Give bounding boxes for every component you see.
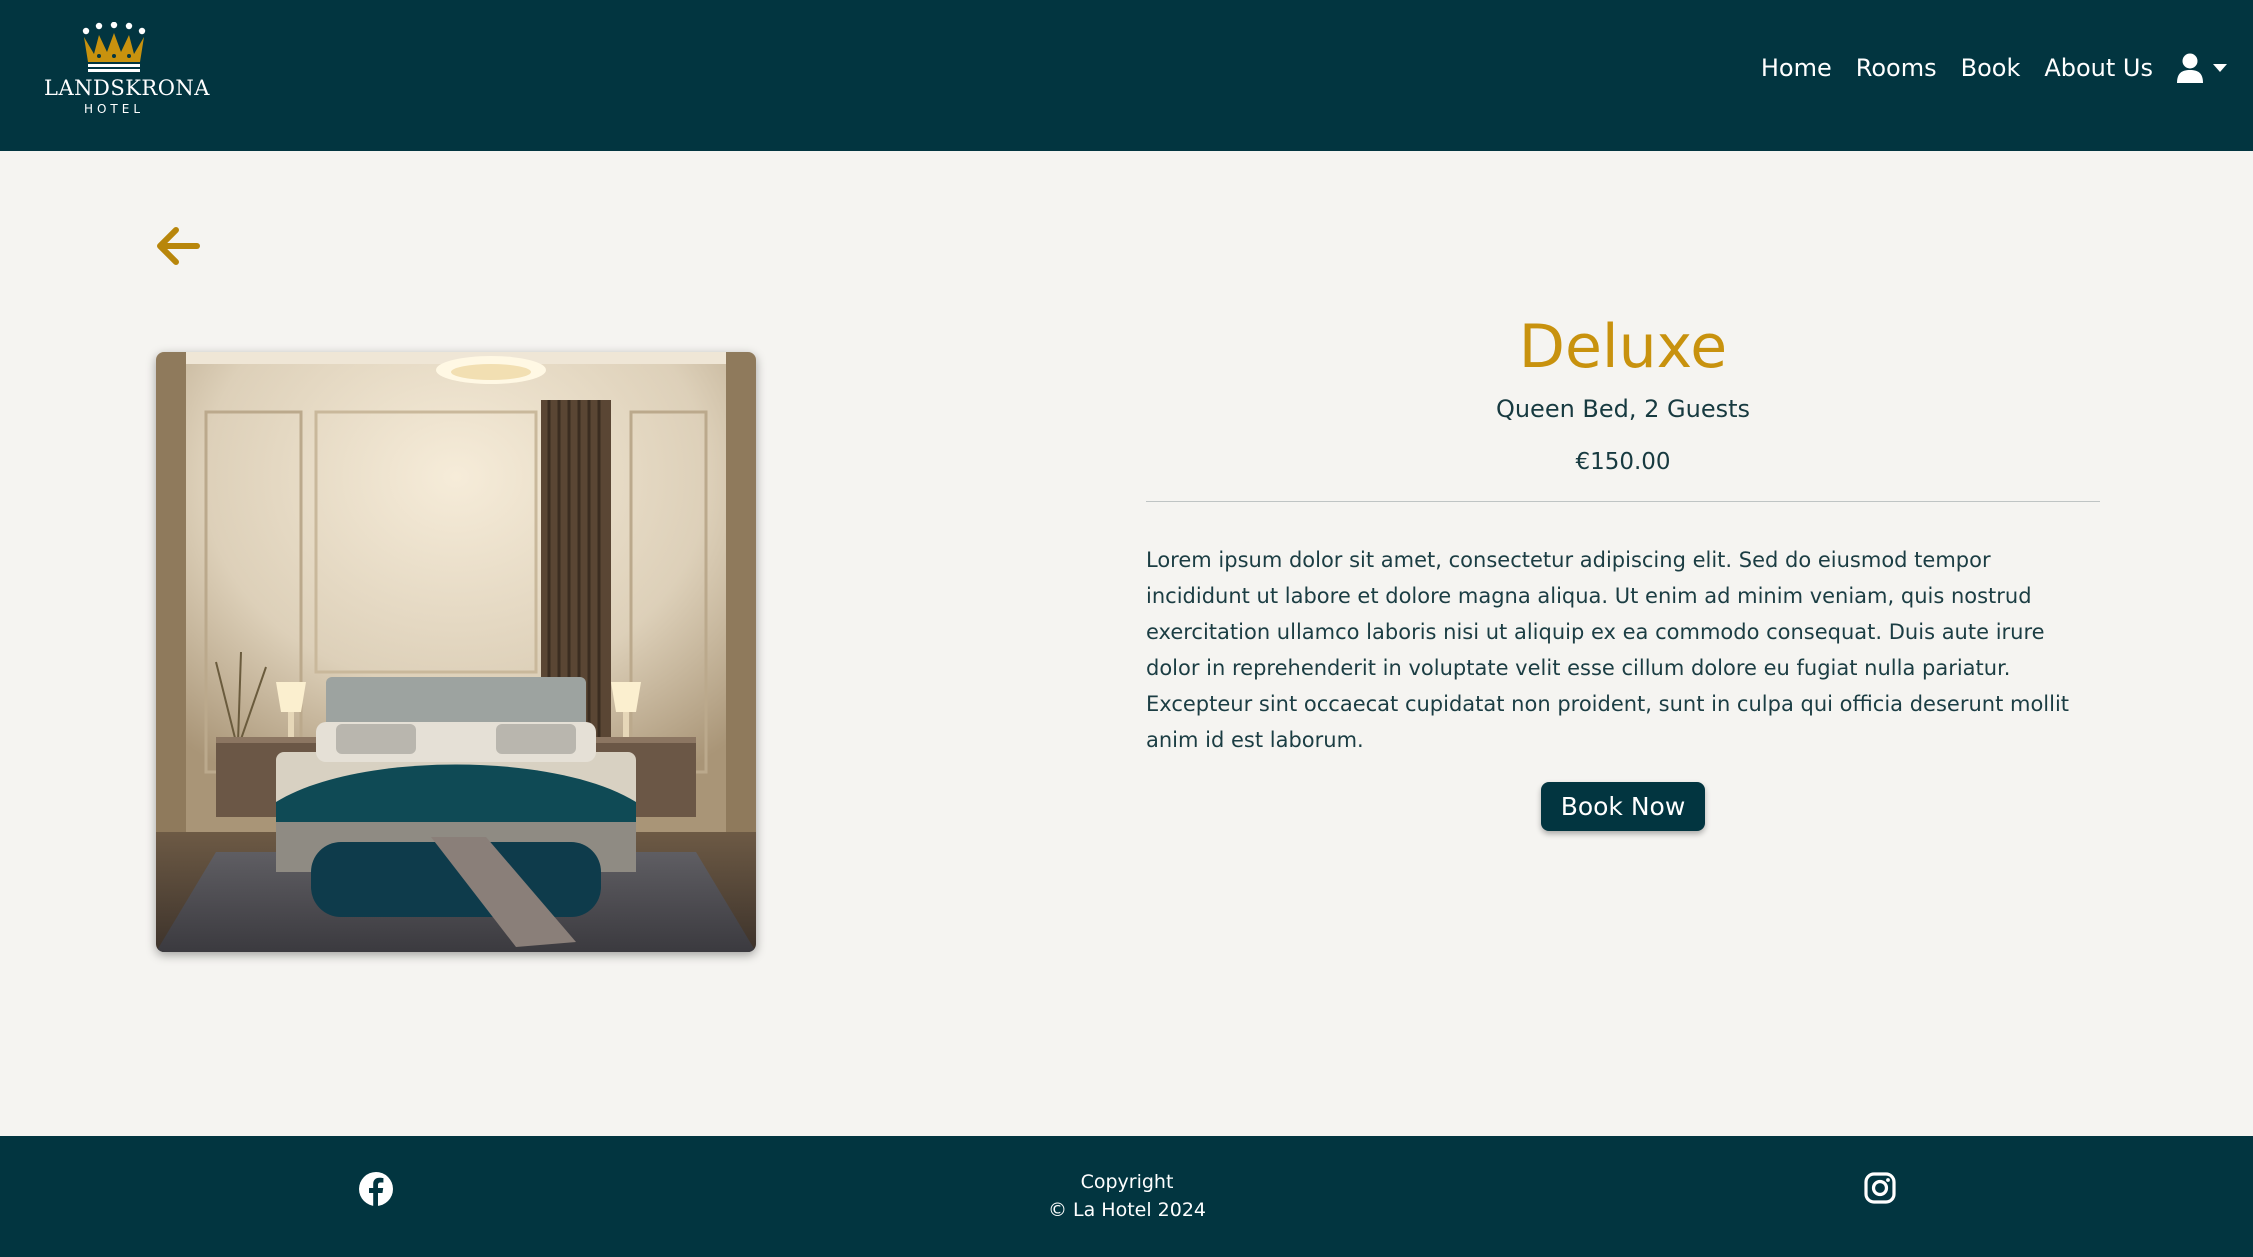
room-bed-guests: Queen Bed, 2 Guests — [1495, 395, 1751, 423]
hotel-logo[interactable]: LANDSKRONA HOTEL — [44, 22, 210, 127]
brand-subtitle: HOTEL — [83, 102, 145, 116]
room-description: Lorem ipsum dolor sit amet, consectetur … — [1146, 548, 2070, 752]
copyright: Copyright © La Hotel 2024 — [977, 1168, 1277, 1224]
copyright-label: Copyright — [1080, 1171, 1174, 1193]
nav-book[interactable]: Book — [1961, 54, 2021, 82]
brand-name: LANDSKRONA — [44, 76, 210, 100]
user-menu-toggle[interactable] — [2177, 53, 2227, 83]
copyright-text: © La Hotel 2024 — [1047, 1199, 1207, 1221]
caret-down-icon — [2213, 64, 2227, 72]
room-title: Deluxe — [1518, 312, 1728, 382]
facebook-link[interactable] — [358, 1171, 394, 1207]
instagram-link[interactable] — [1864, 1172, 1896, 1204]
facebook-icon — [359, 1172, 393, 1207]
divider — [1146, 501, 2100, 502]
main-nav: Home Rooms Book About Us — [1737, 48, 2227, 88]
crown-icon — [82, 22, 146, 72]
room-price: €150.00 — [1575, 449, 1671, 475]
nav-home[interactable]: Home — [1761, 54, 1832, 82]
room-photo — [156, 352, 756, 952]
nav-rooms[interactable]: Rooms — [1856, 54, 1937, 82]
user-icon — [2177, 53, 2203, 83]
back-button[interactable] — [152, 224, 202, 268]
arrow-left-icon — [157, 227, 200, 265]
nav-about-us[interactable]: About Us — [2044, 54, 2153, 82]
instagram-icon — [1864, 1172, 1896, 1204]
book-now-button[interactable]: Book Now — [1540, 782, 1706, 831]
site-header: LANDSKRONA HOTEL Home Rooms Book About U… — [0, 0, 2253, 151]
room-details: Deluxe Queen Bed, 2 Guests €150.00 Lorem… — [1146, 305, 2100, 831]
